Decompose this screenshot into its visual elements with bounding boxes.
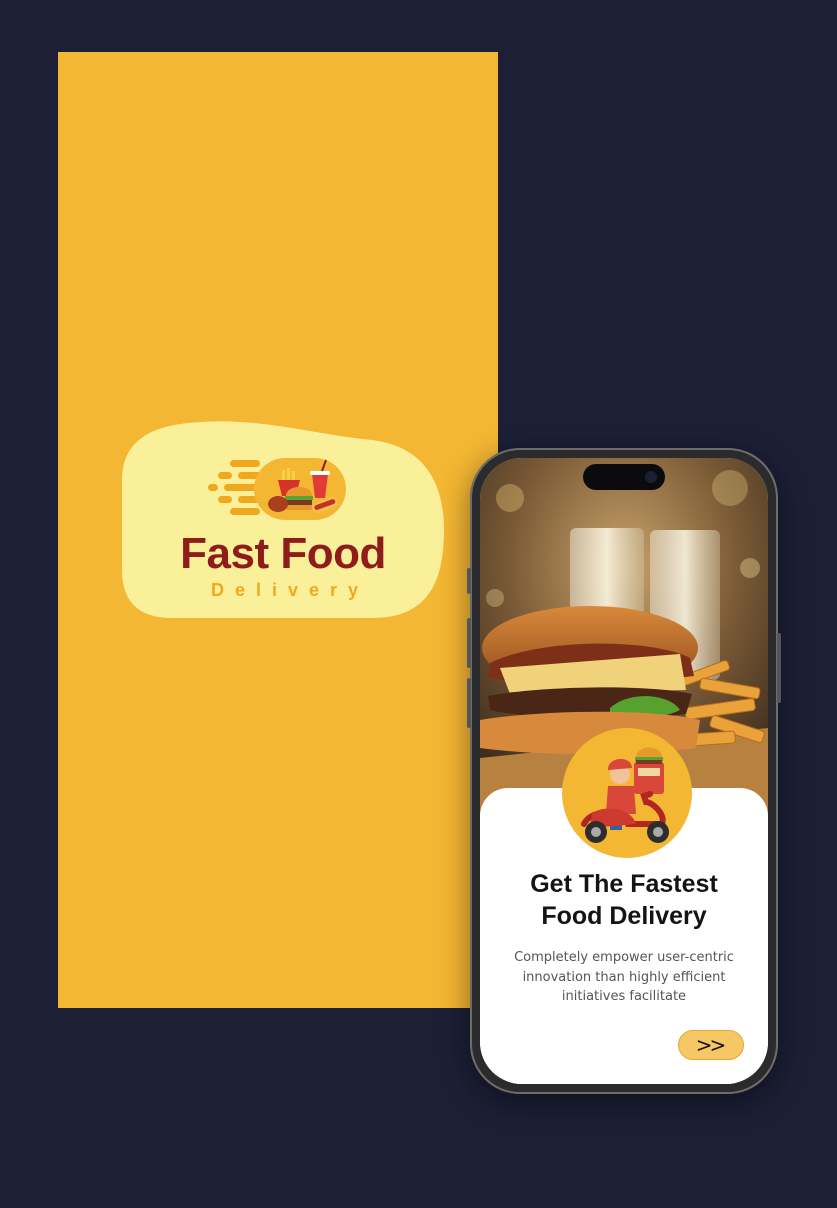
phone-volume-up-button [467,618,471,668]
food-delivery-logo-icon [208,458,346,520]
dynamic-island [583,464,665,490]
onboarding-screen: Get The Fastest Food Delivery Completely… [480,458,768,1084]
scooter-rider-icon [581,747,669,843]
logo-subtitle: Delivery [210,580,370,600]
description-line-3: initiatives facilitate [561,989,687,1004]
phone-side-button [467,568,471,594]
phone-mockup: Get The Fastest Food Delivery Completely… [467,448,781,1094]
description-line-1: Completely empower user-centric [514,950,734,965]
onboarding-description: Completely empower user-centric innovati… [500,948,748,1007]
delivery-rider-illustration [562,728,692,858]
double-chevron-right-icon: >> [695,1033,726,1057]
phone-volume-down-button [467,678,471,728]
description-line-2: innovation than highly efficient [522,969,726,985]
camera-icon [645,471,657,483]
headline-line-1: Get The Fastest [530,870,718,898]
onboarding-headline: Get The Fastest Food Delivery [480,868,768,932]
headline-line-2: Food Delivery [541,902,707,930]
next-button[interactable]: >> [678,1030,744,1060]
splash-screen: Fast Food Delivery [58,52,498,1008]
logo-title: Fast Food [180,529,386,578]
app-logo: Fast Food Delivery [122,420,444,618]
phone-power-button [777,633,781,703]
